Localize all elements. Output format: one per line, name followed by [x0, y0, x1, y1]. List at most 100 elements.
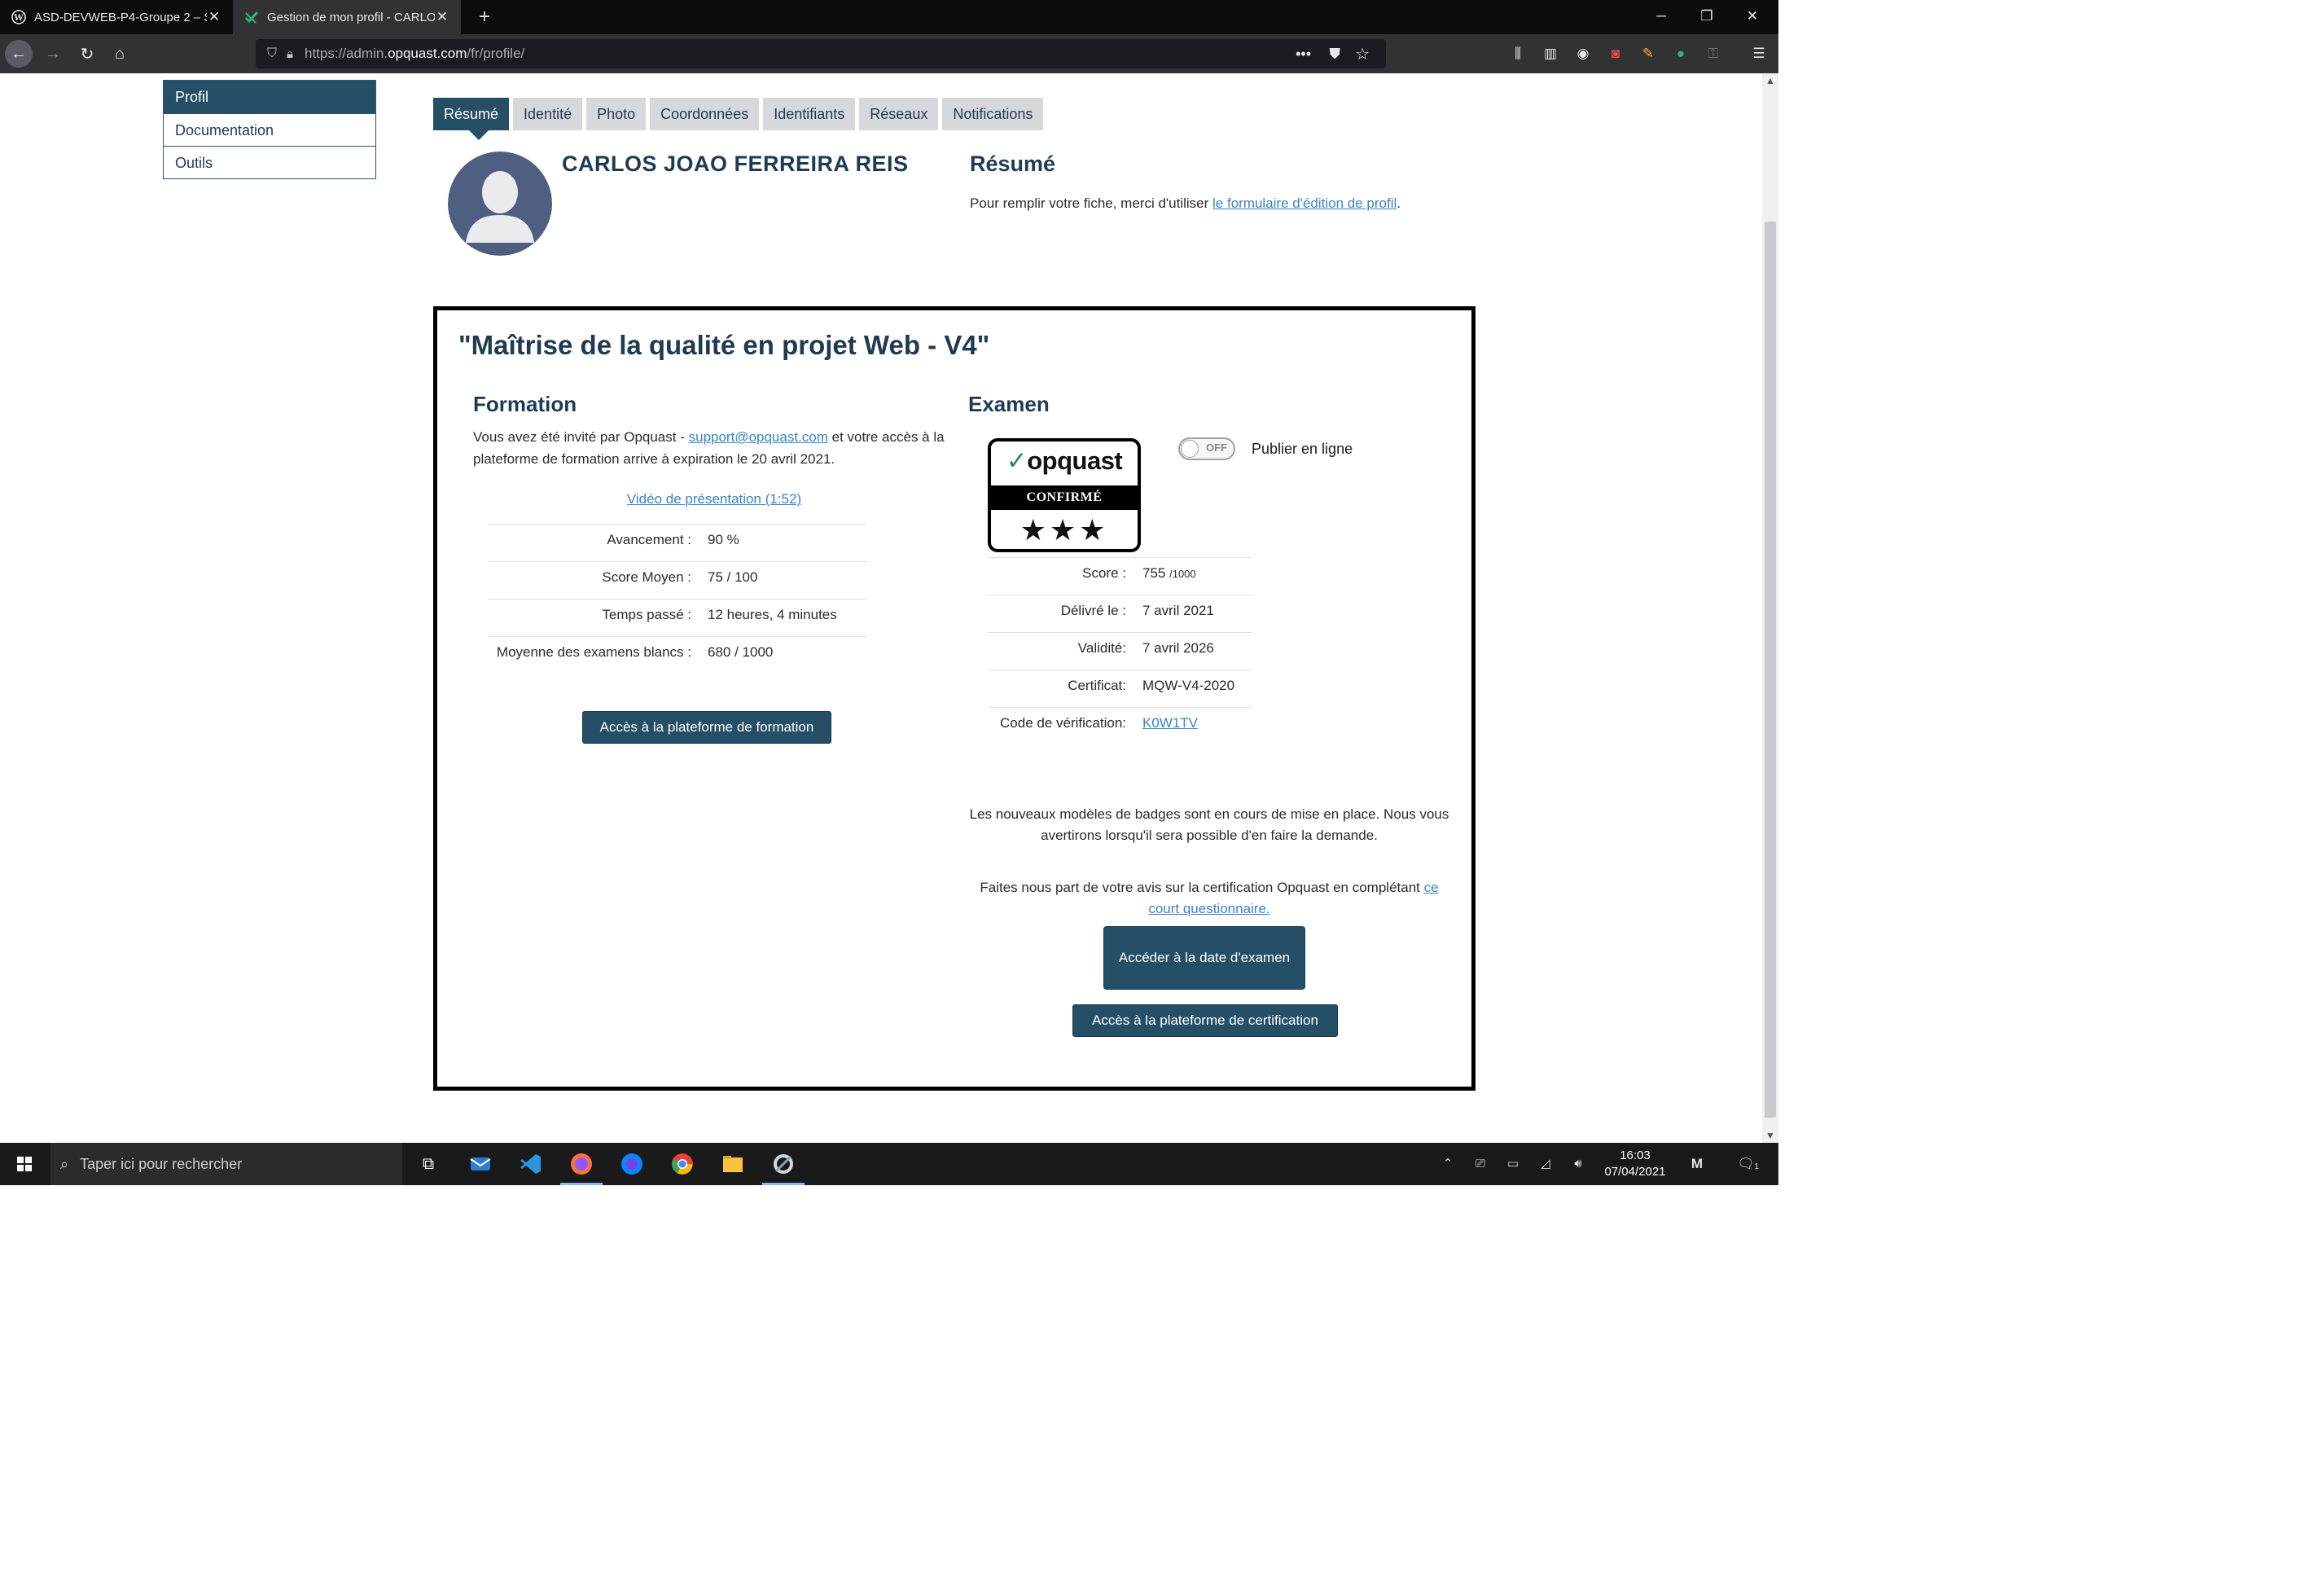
divider — [988, 707, 1252, 708]
divider — [488, 561, 867, 562]
app-tool-icon[interactable] — [762, 1149, 805, 1185]
clock-date: 07/04/2021 — [1604, 1165, 1666, 1179]
opquast-favicon-icon — [244, 10, 259, 24]
stat-moyenne-examens: Moyenne des examens blancs :680 / 1000 — [496, 644, 774, 660]
badge-models-notice: Les nouveaux modèles de badges sont en c… — [969, 806, 1449, 843]
exam-score-row: Score :755 /1000 — [1082, 565, 1196, 581]
sidebar-item-profil[interactable]: Profil — [164, 81, 375, 113]
volume-icon[interactable]: 🔊︎ — [1568, 1154, 1588, 1174]
new-tab-button[interactable]: + — [471, 3, 498, 31]
forward-icon[interactable]: → — [39, 40, 67, 68]
restore-icon[interactable]: ❐ — [1684, 0, 1730, 34]
taskbar-search-input[interactable]: ⌕ Taper ici pour rechercher — [50, 1143, 402, 1185]
windows-start-button[interactable] — [0, 1143, 49, 1185]
back-icon[interactable]: ← — [5, 40, 33, 68]
pocket-icon[interactable]: ⛊ — [1330, 46, 1341, 63]
sidebar-item-outils[interactable]: Outils — [164, 146, 375, 178]
close-window-icon[interactable]: ✕ — [1730, 0, 1775, 34]
divider — [488, 524, 867, 525]
task-view-icon[interactable]: ⧉ — [414, 1149, 443, 1179]
tracking-shield-icon[interactable]: ⛉ — [267, 46, 277, 61]
avatar — [448, 152, 552, 256]
home-icon[interactable]: ⌂ — [106, 40, 134, 68]
file-explorer-icon[interactable] — [718, 1149, 748, 1179]
sidebar-icon[interactable]: ▥ — [1541, 44, 1560, 64]
library-icon[interactable]: ⫼ — [1508, 44, 1528, 64]
page-viewport: Profil Documentation Outils Résumé Ident… — [0, 73, 1762, 1143]
exam-verification-row: Code de vérification: K0W1TV — [1000, 715, 1199, 731]
exam-date-button[interactable]: Accéder à la date d'examen — [1103, 926, 1305, 990]
svg-text:W: W — [13, 14, 24, 23]
verification-code-link[interactable]: K0W1TV — [1142, 715, 1198, 731]
vscode-icon[interactable] — [516, 1149, 546, 1179]
account-icon[interactable]: ◉ — [1573, 44, 1593, 64]
app-tray-icon[interactable]: M — [1687, 1154, 1707, 1174]
support-email-link[interactable]: support@opquast.com — [689, 429, 828, 445]
scroll-up-icon[interactable]: ▲ — [1765, 75, 1775, 86]
key-extension-icon[interactable]: ⚿ — [1704, 44, 1723, 64]
resume-text: Pour remplir votre fiche, merci d'utilis… — [970, 195, 1401, 211]
badge-stars: ★★★ — [1019, 513, 1109, 547]
tab-close-icon[interactable]: ✕ — [435, 9, 449, 25]
firefox-dev-icon[interactable] — [617, 1149, 647, 1179]
sidebar-nav: Profil Documentation Outils — [163, 80, 376, 179]
chrome-icon[interactable] — [668, 1149, 697, 1179]
minimize-icon[interactable]: ─ — [1638, 0, 1684, 34]
notifications-icon[interactable]: 🗨︎ 1 — [1736, 1154, 1759, 1174]
tab-close-icon[interactable]: ✕ — [207, 9, 221, 25]
formation-heading: Formation — [473, 392, 577, 416]
tab-identifiants[interactable]: Identifiants — [763, 98, 856, 130]
tab-identite[interactable]: Identité — [513, 98, 583, 130]
scroll-down-icon[interactable]: ▼ — [1765, 1130, 1775, 1141]
tab-coordonnees[interactable]: Coordonnées — [650, 98, 760, 130]
video-presentation-link[interactable]: Vidéo de présentation (1:52) — [627, 491, 801, 507]
windows-taskbar: ⌕ Taper ici pour rechercher ⧉ ⌃ ⎚ ▭ ◿ 🔊︎… — [0, 1143, 1778, 1185]
formation-platform-button[interactable]: Accès à la plateforme de formation — [582, 711, 831, 744]
sidebar-item-documentation[interactable]: Documentation — [164, 113, 375, 146]
certification-platform-button[interactable]: Accès à la plateforme de certification — [1072, 1004, 1338, 1037]
reload-icon[interactable]: ↻ — [73, 40, 101, 68]
scrollbar-thumb[interactable] — [1765, 222, 1776, 1118]
menu-icon[interactable]: ☰ — [1749, 44, 1769, 64]
lock-icon[interactable]: 🔒︎ — [287, 47, 293, 61]
battery-icon[interactable]: ▭ — [1503, 1154, 1523, 1174]
badge-level: CONFIRMÉ — [991, 485, 1138, 510]
certification-badge: ✓opquast CONFIRMÉ ★★★ — [988, 438, 1141, 552]
toggle-knob — [1181, 440, 1199, 458]
taskbar-clock[interactable]: 16:03 07/04/2021 — [1596, 1148, 1674, 1180]
url-text[interactable]: https://admin.opquast.com/fr/profile/ — [305, 46, 524, 62]
exam-validite-row: Validité: 7 avril 2026 — [1077, 640, 1214, 656]
tab-reseaux[interactable]: Réseaux — [859, 98, 939, 130]
profile-name: CARLOS JOAO FERREIRA REIS — [562, 152, 909, 176]
show-hidden-icons-icon[interactable]: ⌃ — [1438, 1154, 1458, 1174]
browser-tab-asd-devweb[interactable]: W ASD-DEVWEB-P4-Groupe 2 – S ✕ — [0, 0, 233, 34]
course-title: "Maîtrise de la qualité en projet Web - … — [458, 330, 990, 360]
bookmark-star-icon[interactable]: ☆ — [1355, 44, 1370, 64]
publish-online-toggle[interactable]: OFF — [1178, 437, 1235, 460]
user-silhouette-icon — [448, 152, 552, 256]
resume-heading: Résumé — [970, 152, 1056, 176]
stat-score-moyen: Score Moyen :75 / 100 — [602, 569, 758, 585]
video-presentation-row: Vidéo de présentation (1:52) — [437, 491, 991, 507]
profile-edit-form-link[interactable]: le formulaire d'édition de profil — [1212, 195, 1397, 211]
screenshot-extension-icon[interactable]: ◙ — [1606, 44, 1625, 64]
page-actions-icon[interactable]: ••• — [1296, 46, 1311, 63]
tab-photo[interactable]: Photo — [586, 98, 647, 130]
shield-extension-icon[interactable]: ● — [1671, 44, 1690, 64]
usb-device-icon[interactable]: ⎚ — [1471, 1154, 1490, 1174]
extension-badge-icon[interactable]: ✎ — [1638, 44, 1658, 64]
wordpress-icon: W — [11, 10, 26, 24]
clock-time: 16:03 — [1620, 1149, 1651, 1162]
address-bar[interactable]: ⛉ 🔒︎ https://admin.opquast.com/fr/profil… — [256, 39, 1386, 68]
browser-tab-profile[interactable]: Gestion de mon profil - CARLO ✕ — [233, 0, 461, 34]
wifi-icon[interactable]: ◿ — [1536, 1154, 1555, 1174]
firefox-taskbar-icon[interactable] — [560, 1149, 603, 1185]
browser-tab-bar: W ASD-DEVWEB-P4-Groupe 2 – S ✕ Gestion d… — [0, 0, 1778, 34]
mail-app-icon[interactable] — [466, 1149, 495, 1179]
course-card: "Maîtrise de la qualité en projet Web - … — [433, 306, 1476, 1091]
examen-heading: Examen — [968, 392, 1050, 416]
exam-certificat-row: Certificat: MQW-V4-2020 — [1068, 678, 1235, 693]
tab-resume[interactable]: Résumé — [433, 98, 510, 140]
tab-notifications[interactable]: Notifications — [942, 98, 1044, 130]
stat-avancement: Avancement :90 % — [607, 532, 739, 547]
